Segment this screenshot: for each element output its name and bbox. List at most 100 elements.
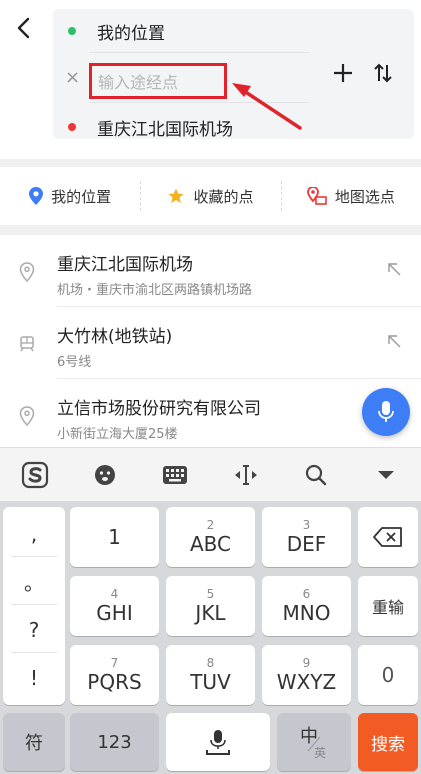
reinput-key[interactable]: 重输 (358, 576, 418, 636)
swap-icon (374, 63, 392, 83)
key-label: JKL (195, 601, 226, 625)
star-icon (168, 188, 184, 204)
language-switch-content: 中 英 (284, 722, 344, 762)
section-divider (0, 225, 421, 235)
key-5[interactable]: 5 JKL (166, 576, 255, 636)
keyboard-search-button[interactable] (296, 455, 336, 495)
search-results: 重庆江北国际机场 机场・重庆市渝北区两路镇机场路 大竹林(地铁站) 6号线 立信… (0, 235, 421, 445)
key-number: 2 (206, 518, 215, 532)
destination-label: 重庆江北国际机场 (97, 119, 233, 140)
quick-favorites[interactable]: 收藏的点 (140, 167, 280, 225)
location-pin-icon (29, 187, 44, 205)
t9-keyboard: , 。 ? ! 1 2 ABC 3 DEF 4 GHI 5 JKL 6 MNO … (0, 501, 421, 774)
punct-key[interactable]: ? (11, 607, 57, 653)
swap-route-button[interactable] (369, 59, 397, 87)
key-6[interactable]: 6 MNO (262, 576, 351, 636)
slash-icon (307, 736, 321, 752)
key-number: 7 (110, 656, 119, 670)
key-label: 搜索 (371, 734, 405, 755)
punct-key[interactable]: , (11, 511, 57, 557)
section-divider (0, 159, 421, 167)
quick-my-location[interactable]: 我的位置 (0, 167, 140, 225)
collapse-keyboard-button[interactable] (366, 455, 406, 495)
key-number: 9 (302, 656, 311, 670)
sogou-logo-icon (21, 461, 49, 488)
key-label: GHI (96, 601, 133, 625)
back-button[interactable] (12, 14, 36, 42)
emoji-icon (95, 464, 116, 485)
destination-row[interactable]: 重庆江北国际机场 (53, 107, 414, 147)
route-card: 我的位置 × 输入途经点 重庆江北国际机场 (53, 9, 414, 140)
microphone-icon (378, 401, 394, 422)
via-point-input[interactable]: 输入途经点 (89, 63, 227, 99)
key-9[interactable]: 9 WXYZ (262, 645, 351, 705)
fill-arrow-icon[interactable] (386, 261, 402, 277)
keyboard-switch-button[interactable] (155, 455, 195, 495)
result-subtitle: 6号线 (57, 355, 92, 370)
result-title: 重庆江北国际机场 (57, 255, 193, 275)
via-row: × 输入途经点 (53, 59, 414, 103)
route-header: 我的位置 × 输入途经点 重庆江北国际机场 (0, 0, 421, 160)
emoji-button[interactable] (85, 455, 125, 495)
quick-map-pick[interactable]: 地图选点 (280, 167, 421, 225)
divider (89, 102, 309, 103)
key-label: 1 (108, 525, 121, 549)
quick-options-bar: 我的位置 收藏的点 地图选点 (0, 167, 421, 225)
fill-arrow-icon[interactable] (386, 333, 402, 349)
list-item[interactable]: 立信市场股份研究有限公司 小新街立海大厦25楼 (0, 379, 421, 445)
add-via-button[interactable] (329, 59, 357, 87)
key-label: 0 (381, 663, 395, 687)
key-0[interactable]: 0 (358, 645, 418, 705)
key-label: ABC (189, 532, 231, 556)
numeric-key[interactable]: 123 (70, 713, 159, 771)
list-item[interactable]: 重庆江北国际机场 机场・重庆市渝北区两路镇机场路 (0, 235, 421, 307)
key-number: 3 (302, 518, 311, 532)
key-2[interactable]: 2 ABC (166, 507, 255, 567)
origin-dot (68, 27, 76, 35)
keyboard-icon (163, 465, 188, 484)
divider (89, 52, 309, 53)
key-4[interactable]: 4 GHI (70, 576, 159, 636)
search-icon (305, 464, 326, 485)
result-subtitle: 小新街立海大厦25楼 (57, 427, 178, 442)
space-voice-key[interactable] (166, 713, 270, 771)
language-switch-key[interactable]: 中 英 (277, 713, 351, 771)
list-item[interactable]: 大竹林(地铁站) 6号线 (0, 307, 421, 379)
back-arrow-icon (17, 17, 30, 39)
location-pin-icon (16, 405, 38, 427)
result-title: 大竹林(地铁站) (57, 327, 173, 347)
backspace-key[interactable] (358, 507, 418, 567)
key-label: 123 (97, 731, 132, 753)
remove-via-icon[interactable]: × (65, 69, 80, 87)
via-placeholder: 输入途经点 (98, 73, 179, 92)
subway-icon (16, 333, 38, 355)
backspace-icon (373, 527, 402, 547)
key-label: WXYZ (276, 670, 337, 694)
punct-key[interactable]: ! (11, 655, 57, 701)
key-7[interactable]: 7 PQRS (70, 645, 159, 705)
key-1[interactable]: 1 (70, 507, 159, 567)
microphone-icon (206, 730, 230, 755)
key-8[interactable]: 8 TUV (166, 645, 255, 705)
key-label: MNO (282, 601, 331, 625)
cursor-icon (234, 464, 257, 485)
chevron-down-icon (377, 470, 394, 479)
key-label: TUV (190, 670, 231, 694)
punctuation-column[interactable]: , 。 ? ! (3, 507, 65, 705)
keyboard-toolbar (0, 447, 421, 501)
map-pick-icon (306, 187, 327, 205)
sogou-logo-button[interactable] (15, 455, 55, 495)
punct-key[interactable]: 。 (11, 559, 57, 605)
key-number: 5 (206, 587, 215, 601)
cursor-move-button[interactable] (226, 455, 266, 495)
key-label: PQRS (87, 670, 142, 694)
key-3[interactable]: 3 DEF (262, 507, 351, 567)
symbol-key[interactable]: 符 (3, 713, 65, 771)
key-label: 符 (25, 733, 43, 754)
search-key[interactable]: 搜索 (358, 713, 418, 771)
result-title: 立信市场股份研究有限公司 (57, 399, 261, 419)
plus-icon (334, 64, 352, 82)
origin-row[interactable]: 我的位置 (53, 11, 414, 51)
key-number: 8 (206, 656, 215, 670)
voice-search-button[interactable] (362, 388, 410, 436)
